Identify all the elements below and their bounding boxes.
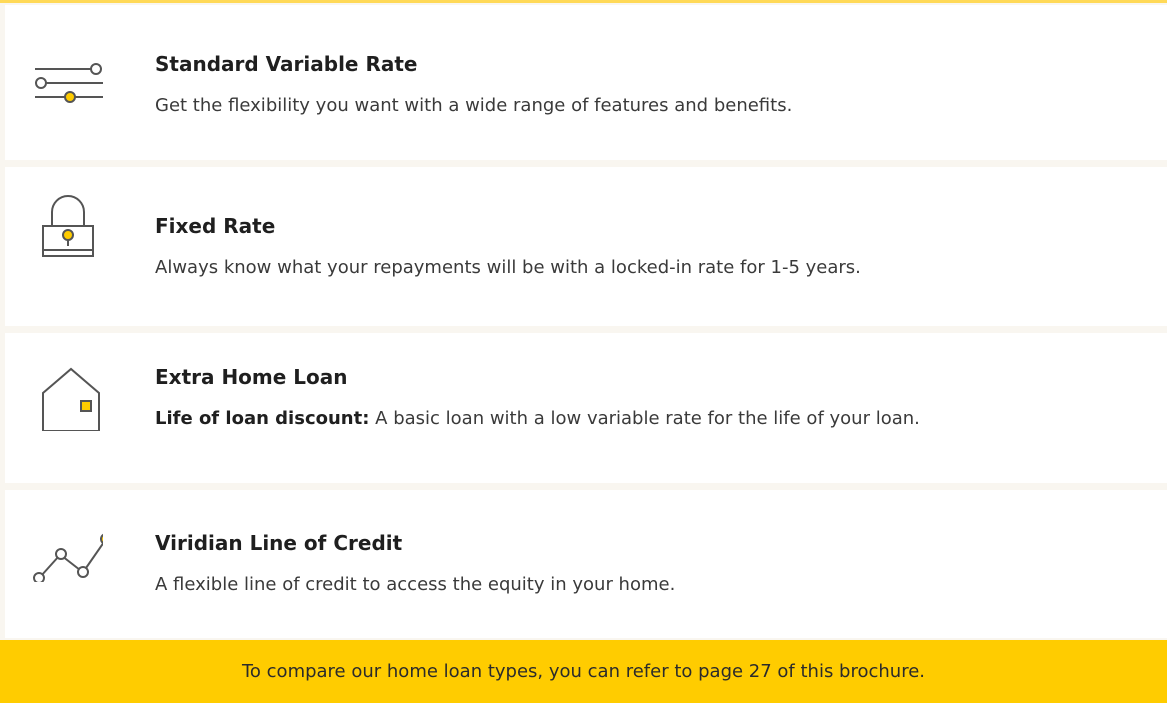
loan-type-fixed-rate: Fixed Rate Always know what your repayme… (5, 167, 1167, 326)
padlock-icon (33, 192, 103, 262)
loan-description: Always know what your repayments will be… (155, 257, 861, 278)
loan-title: Viridian Line of Credit (155, 531, 403, 555)
loan-description: Life of loan discount: A basic loan with… (155, 408, 920, 429)
house-icon (33, 361, 103, 431)
compare-note-text: To compare our home loan types, you can … (241, 661, 926, 682)
loan-title: Extra Home Loan (155, 365, 348, 389)
loan-description: Get the flexibility you want with a wide… (155, 95, 793, 116)
loan-description-lead: Life of loan discount: (155, 408, 370, 429)
compare-note-banner: To compare our home loan types, you can … (0, 640, 1167, 703)
loan-type-line-of-credit: Viridian Line of Credit A flexible line … (5, 490, 1167, 638)
loan-type-standard-variable: Standard Variable Rate Get the flexibili… (5, 5, 1167, 160)
top-rule (0, 0, 1167, 3)
loan-title: Fixed Rate (155, 214, 276, 238)
line-graph-icon (33, 512, 103, 582)
loan-description: A flexible line of credit to access the … (155, 574, 676, 595)
sliders-icon (33, 47, 103, 117)
loan-title: Standard Variable Rate (155, 52, 418, 76)
loan-description-text: A basic loan with a low variable rate fo… (375, 408, 920, 429)
loan-type-extra-home-loan: Extra Home Loan Life of loan discount: A… (5, 333, 1167, 483)
